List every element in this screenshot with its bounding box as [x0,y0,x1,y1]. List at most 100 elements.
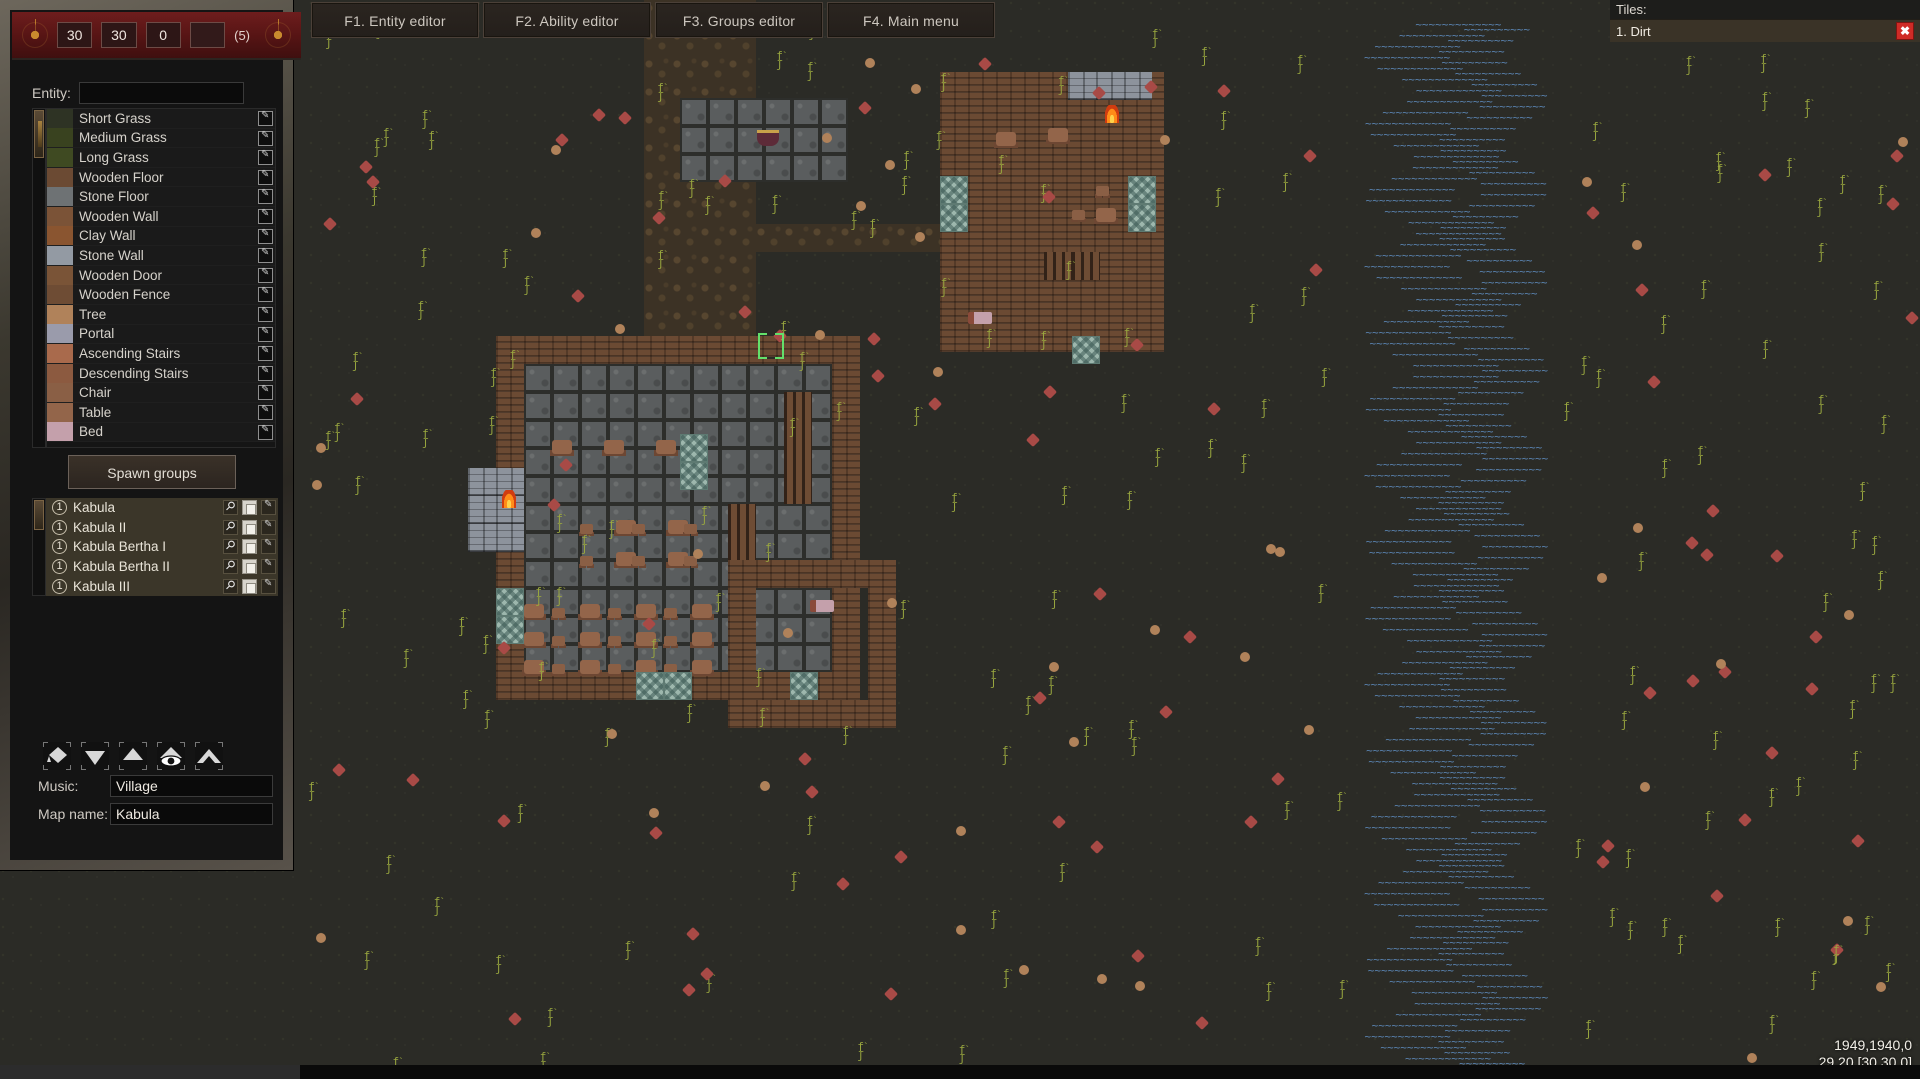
map-furniture[interactable] [968,312,992,324]
groups-list-scrollbar[interactable] [32,498,46,596]
edit-icon[interactable] [258,228,273,244]
map-tile[interactable] [644,224,672,252]
edit-icon[interactable] [258,424,273,440]
map-tile[interactable] [1136,296,1164,324]
map-tile[interactable] [1044,252,1072,280]
map-tile[interactable] [736,98,764,126]
map-tile[interactable] [940,204,968,232]
map-furniture[interactable] [580,604,600,618]
map-tile[interactable] [996,268,1024,296]
group-list-item[interactable]: 1 Kabula Bertha I [46,537,278,557]
map-tile[interactable] [812,224,840,252]
map-tile[interactable] [756,560,784,588]
map-tile[interactable] [832,644,860,672]
map-tile[interactable] [644,168,672,196]
edit-icon[interactable] [258,130,273,146]
map-tile[interactable] [692,364,720,392]
map-tile[interactable] [968,128,996,156]
map-tile[interactable] [748,448,776,476]
map-tile[interactable] [728,280,756,308]
entity-list-item[interactable]: Wooden Door [47,265,275,286]
close-icon[interactable]: ✖ [1896,22,1914,40]
map-tile[interactable] [968,156,996,184]
map-tile[interactable] [692,336,720,364]
map-tile[interactable] [1024,156,1052,184]
edit-icon[interactable] [258,326,273,342]
music-field[interactable]: Village [110,775,273,797]
map-tile[interactable] [1136,324,1164,352]
entity-list-item[interactable]: Bed [47,422,275,443]
map-tile[interactable] [1124,72,1152,100]
map-furniture[interactable] [502,490,516,508]
entity-list-item[interactable]: Wooden Wall [47,206,275,227]
map-tile[interactable] [680,154,708,182]
map-furniture[interactable] [524,632,544,646]
map-tile[interactable] [748,392,776,420]
map-furniture[interactable] [692,604,712,618]
map-tile[interactable] [790,672,818,700]
map-tile[interactable] [784,420,812,448]
map-tile[interactable] [804,644,832,672]
map-furniture[interactable] [757,130,779,146]
edit-icon[interactable] [258,286,273,303]
map-tile[interactable] [968,184,996,212]
map-tile[interactable] [552,336,580,364]
map-tile[interactable] [644,112,672,140]
map-tile[interactable] [496,644,524,672]
map-tile[interactable] [756,700,784,728]
map-tile[interactable] [468,524,496,552]
entity-list-item[interactable]: Table [47,402,275,423]
map-tile[interactable] [672,224,700,252]
map-furniture[interactable] [636,604,656,618]
entity-list-item[interactable]: Descending Stairs [47,363,275,384]
map-tile[interactable] [804,364,832,392]
map-tile[interactable] [524,476,552,504]
map-tile[interactable] [636,672,664,700]
map-tile[interactable] [784,700,812,728]
map-tile[interactable] [868,588,896,616]
map-tile[interactable] [552,672,580,700]
entity-list-item[interactable]: Chair [47,383,275,403]
map-tile[interactable] [692,392,720,420]
map-tile[interactable] [644,196,672,224]
map-extra-field[interactable] [189,22,226,48]
map-tile[interactable] [968,212,996,240]
map-tile[interactable] [820,126,848,154]
map-tile[interactable] [940,324,968,352]
edit-icon[interactable] [258,306,273,322]
entity-list-item[interactable]: Ascending Stairs [47,343,275,364]
eyedropper-icon[interactable] [223,539,238,555]
eyedropper-icon[interactable] [223,559,238,575]
tab-ability-editor[interactable]: F2. Ability editor [483,2,651,38]
map-furniture[interactable] [580,556,593,566]
map-tile[interactable] [1052,296,1080,324]
map-furniture[interactable] [664,636,677,646]
map-furniture[interactable] [1048,128,1068,142]
map-furniture[interactable] [524,604,544,618]
map-tile[interactable] [804,532,832,560]
map-tile[interactable] [672,280,700,308]
map-furniture[interactable] [580,632,600,646]
map-tile[interactable] [728,588,756,616]
map-tile[interactable] [636,476,664,504]
group-list-item[interactable]: 1 Kabula [46,498,278,518]
map-tile[interactable] [1136,268,1164,296]
map-tile[interactable] [996,212,1024,240]
map-tile[interactable] [1024,212,1052,240]
map-tile[interactable] [996,184,1024,212]
map-tile[interactable] [776,532,804,560]
groups-list-scrollbar-thumb[interactable] [34,500,44,530]
map-tile[interactable] [832,532,860,560]
map-tile[interactable] [672,56,700,84]
map-tile[interactable] [524,448,552,476]
roof-icon[interactable] [195,742,223,770]
map-tile[interactable] [996,156,1024,184]
map-tile[interactable] [720,420,748,448]
map-furniture[interactable] [1072,210,1085,220]
map-tile[interactable] [1136,240,1164,268]
map-tile[interactable] [1024,296,1052,324]
entity-list-item[interactable]: Wooden Floor [47,167,275,188]
map-tile[interactable] [728,532,756,560]
map-furniture[interactable] [684,524,697,534]
entity-search-input[interactable] [78,82,244,104]
